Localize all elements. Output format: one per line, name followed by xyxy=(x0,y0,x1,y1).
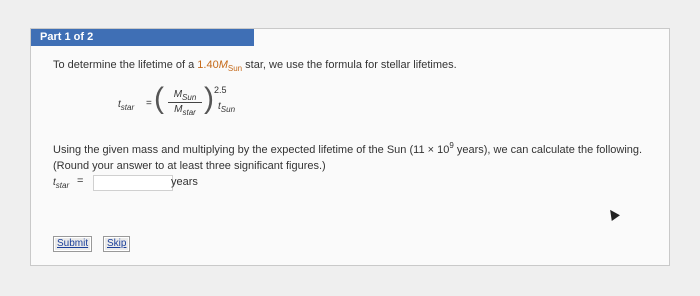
answer-label: tstar xyxy=(53,177,70,190)
formula-rhs: tSun xyxy=(218,101,236,114)
left-paren: ( xyxy=(154,82,164,115)
part-label: Part 1 of 2 xyxy=(31,29,254,46)
skip-button[interactable]: Skip xyxy=(103,236,131,252)
formula-exponent: 2.5 xyxy=(214,85,227,95)
intro-after: star, we use the formula for stellar lif… xyxy=(242,59,457,71)
answer-unit: years xyxy=(171,176,198,188)
question-text: Using the given mass and multiplying by … xyxy=(53,141,643,172)
lifetime-formula: tstar = ( MSun Mstar ) 2.5 tSun xyxy=(118,82,278,127)
mass-ratio: MSun Mstar xyxy=(166,89,204,117)
right-paren: ) xyxy=(204,82,214,115)
question-panel: Part 1 of 2 To determine the lifetime of… xyxy=(30,28,670,266)
formula-equals: = xyxy=(146,98,152,109)
submit-button[interactable]: Submit xyxy=(53,236,93,252)
formula-lhs: tstar xyxy=(118,99,135,112)
mass-value: 1.40MSun xyxy=(197,59,243,73)
answer-equals: = xyxy=(77,175,84,187)
answer-input[interactable] xyxy=(93,175,173,191)
intro-before: To determine the lifetime of a xyxy=(53,59,198,71)
intro-text: To determine the lifetime of a 1.40MSun … xyxy=(53,59,457,73)
